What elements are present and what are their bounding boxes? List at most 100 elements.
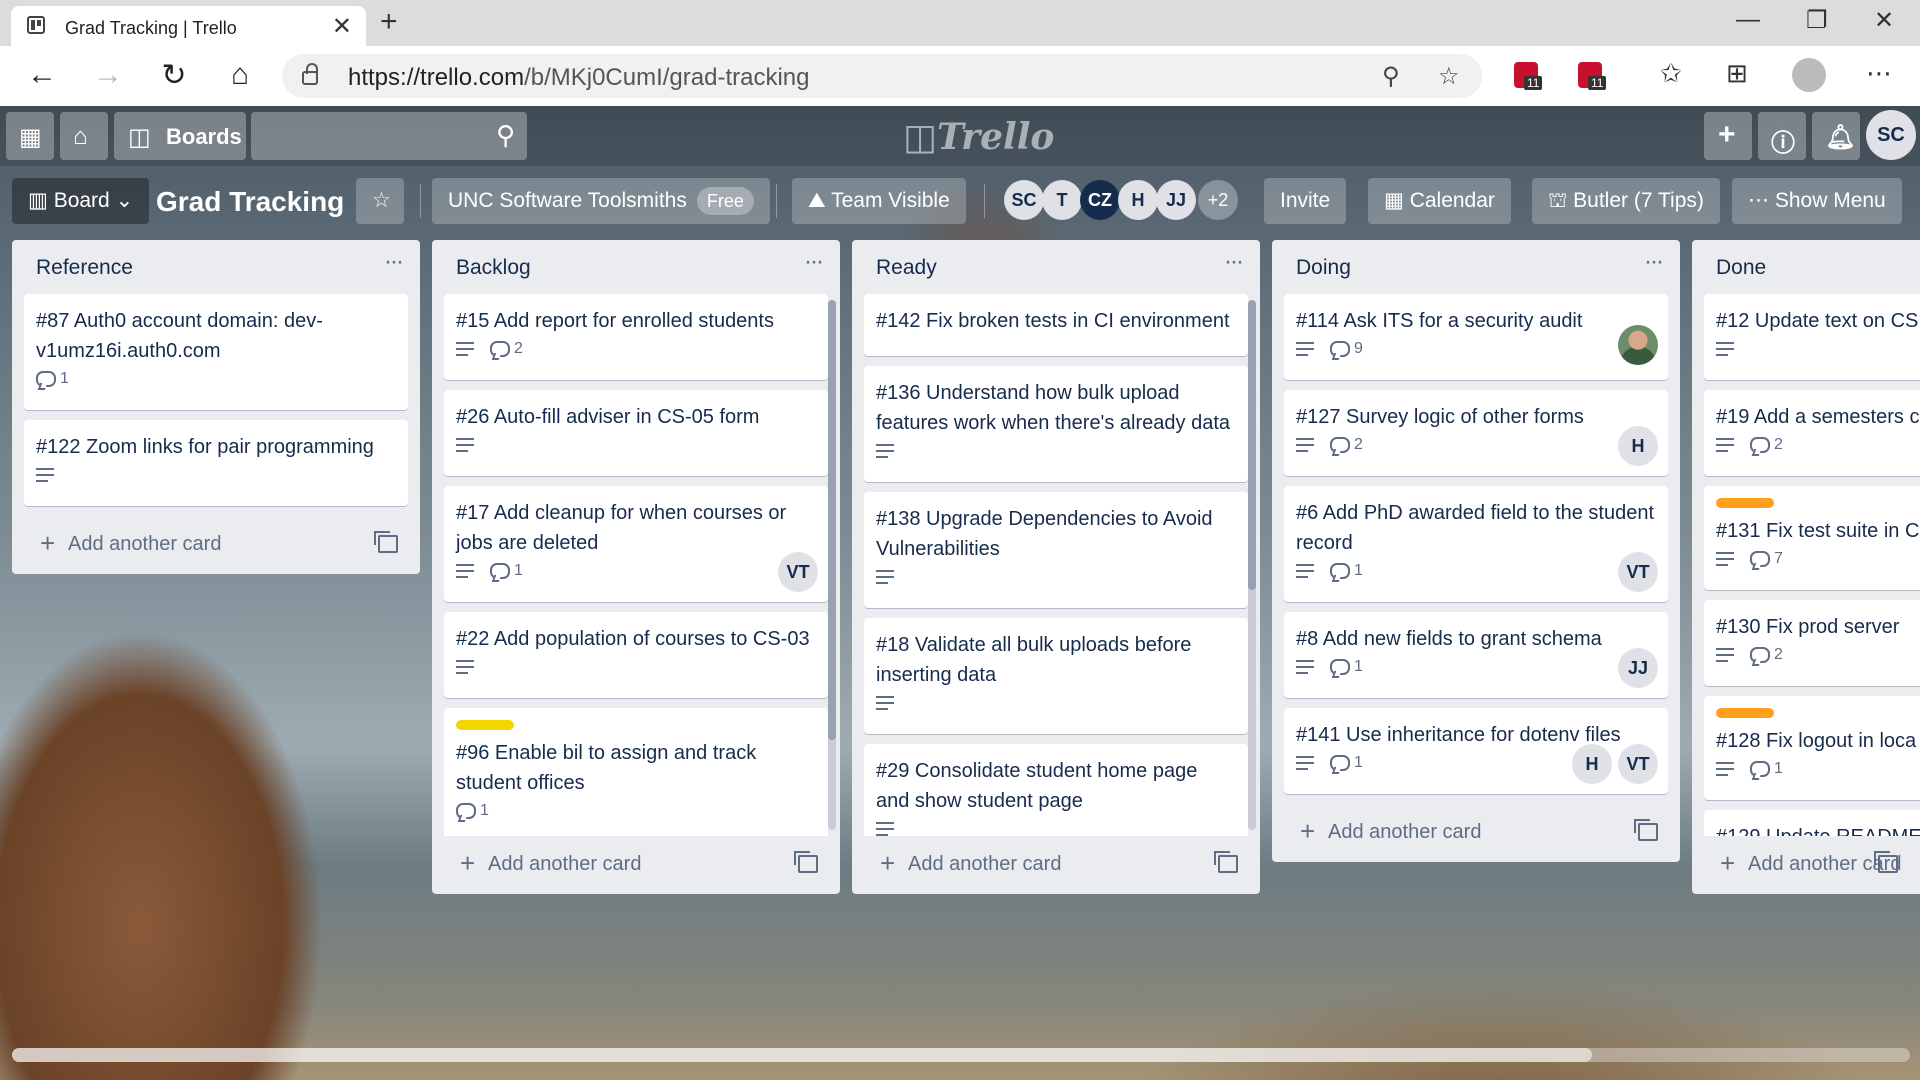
profile-avatar[interactable]	[1792, 58, 1826, 92]
more-menu-icon[interactable]: ⋯	[1866, 58, 1892, 89]
list-menu-icon[interactable]: ···	[1644, 248, 1664, 276]
member-avatar[interactable]: VT	[1618, 552, 1658, 592]
list-title[interactable]: Done	[1716, 256, 1766, 280]
home-button[interactable]: ⌂	[60, 112, 108, 160]
horizontal-scrollbar[interactable]	[12, 1048, 1910, 1062]
search-input[interactable]: ⚲	[251, 112, 527, 160]
butler-button[interactable]: ⛫ Butler (7 Tips)	[1532, 178, 1720, 224]
card[interactable]: #6 Add PhD awarded field to the student …	[1284, 486, 1668, 602]
close-tab-icon[interactable]: ✕	[332, 12, 352, 41]
list-menu-icon[interactable]: ···	[384, 248, 404, 276]
minimize-icon[interactable]: —	[1736, 6, 1760, 34]
member-avatar[interactable]: VT	[1618, 744, 1658, 784]
card[interactable]: #142 Fix broken tests in CI environment	[864, 294, 1248, 356]
card[interactable]: #130 Fix prod server 2	[1704, 600, 1920, 686]
card-template-icon[interactable]	[1214, 851, 1238, 873]
trello-logo[interactable]: ◫Trello	[903, 116, 1054, 158]
member-avatar[interactable]: H	[1118, 180, 1158, 220]
refresh-icon[interactable]: ↻	[154, 58, 194, 93]
collections-icon[interactable]: ⊞	[1726, 58, 1748, 89]
add-card-button[interactable]: + Add another card	[12, 516, 420, 574]
card[interactable]: #12 Update text on CS	[1704, 294, 1920, 380]
list-scroll-thumb[interactable]	[1248, 300, 1256, 590]
favorites-icon[interactable]: ✩	[1660, 58, 1682, 89]
card[interactable]: #18 Validate all bulk uploads before ins…	[864, 618, 1248, 734]
card[interactable]: #87 Auth0 account domain: dev-v1umz16i.a…	[24, 294, 408, 410]
list-title[interactable]: Doing	[1296, 256, 1351, 280]
member-avatar[interactable]: VT	[778, 552, 818, 592]
card[interactable]: #26 Auto-fill adviser in CS-05 form	[444, 390, 828, 476]
more-members-badge[interactable]: +2	[1198, 180, 1238, 220]
back-icon[interactable]: ←	[22, 58, 62, 92]
extension-icon-2[interactable]: 11	[1578, 62, 1607, 90]
close-window-icon[interactable]: ✕	[1874, 6, 1894, 35]
extension-icon[interactable]: 11	[1514, 62, 1543, 90]
star-board-button[interactable]: ☆	[356, 178, 404, 224]
card[interactable]: #129 Update README	[1704, 810, 1920, 836]
browser-tab[interactable]: Grad Tracking | Trello ✕	[11, 6, 366, 46]
member-avatar[interactable]: SC	[1004, 180, 1044, 220]
card[interactable]: #122 Zoom links for pair programming	[24, 420, 408, 506]
card[interactable]: #127 Survey logic of other forms 2 H	[1284, 390, 1668, 476]
add-card-button[interactable]: + Add another card	[852, 836, 1260, 894]
member-avatar[interactable]: CZ	[1080, 180, 1120, 220]
member-photo-avatar[interactable]	[1618, 325, 1658, 365]
notifications-button[interactable]: 🔔︎	[1812, 112, 1860, 160]
card[interactable]: #29 Consolidate student home page and sh…	[864, 744, 1248, 836]
card[interactable]: #15 Add report for enrolled students 2	[444, 294, 828, 380]
card[interactable]: #96 Enable bil to assign and track stude…	[444, 708, 828, 836]
card-template-icon[interactable]	[794, 851, 818, 873]
invite-button[interactable]: Invite	[1264, 178, 1347, 224]
member-avatar[interactable]: H	[1618, 426, 1658, 466]
card-label[interactable]	[1716, 498, 1774, 508]
list-scrollbar[interactable]	[828, 300, 836, 830]
card[interactable]: #138 Upgrade Dependencies to Avoid Vulne…	[864, 492, 1248, 608]
card-label[interactable]	[1716, 708, 1774, 718]
list-title[interactable]: Ready	[876, 256, 937, 280]
card[interactable]: #19 Add a semesters c the student model 2	[1704, 390, 1920, 476]
card[interactable]: #128 Fix logout in loca environment 1	[1704, 696, 1920, 800]
team-button[interactable]: UNC Software Toolsmiths Free	[432, 178, 770, 224]
home-icon[interactable]: ⌂	[220, 58, 260, 92]
member-avatar[interactable]: JJ	[1618, 648, 1658, 688]
card[interactable]: #131 Fix test suite in C 7	[1704, 486, 1920, 590]
member-avatar[interactable]: T	[1042, 180, 1082, 220]
add-card-button[interactable]: + Add another card	[1272, 804, 1680, 862]
add-card-button[interactable]: + Add another card	[1692, 836, 1920, 894]
user-avatar[interactable]: SC	[1866, 110, 1916, 160]
forward-icon[interactable]: →	[88, 58, 128, 92]
list-scroll-thumb[interactable]	[828, 300, 836, 740]
list-scrollbar[interactable]	[1248, 300, 1256, 830]
list-menu-icon[interactable]: ···	[804, 248, 824, 276]
list-title[interactable]: Backlog	[456, 256, 531, 280]
member-avatar[interactable]: JJ	[1156, 180, 1196, 220]
card[interactable]: #114 Ask ITS for a security audit 9	[1284, 294, 1668, 380]
card-template-icon[interactable]	[1874, 851, 1898, 873]
search-key-icon[interactable]: ⚲	[1382, 62, 1400, 91]
calendar-button[interactable]: ▦ Calendar	[1368, 178, 1511, 224]
horizontal-scroll-thumb[interactable]	[12, 1048, 1592, 1062]
card[interactable]: #136 Understand how bulk upload features…	[864, 366, 1248, 482]
card[interactable]: #141 Use inheritance for dotenv files 1 H V…	[1284, 708, 1668, 794]
favorite-star-icon[interactable]: ☆	[1438, 62, 1460, 91]
boards-button[interactable]: ◫ Boards	[114, 112, 246, 160]
list-title[interactable]: Reference	[36, 256, 133, 280]
board-view-switcher[interactable]: ▥ Board ⌄	[12, 178, 150, 224]
info-button[interactable]: ⓘ	[1758, 112, 1806, 160]
show-menu-button[interactable]: ⋯ Show Menu	[1732, 178, 1902, 224]
card[interactable]: #8 Add new fields to grant schema 1 JJ	[1284, 612, 1668, 698]
card-template-icon[interactable]	[374, 531, 398, 553]
visibility-button[interactable]: ⛰ Team Visible	[792, 178, 966, 224]
member-avatar[interactable]: H	[1572, 744, 1612, 784]
card-label[interactable]	[456, 720, 514, 730]
card[interactable]: #22 Add population of courses to CS-03	[444, 612, 828, 698]
create-button[interactable]: +	[1704, 112, 1752, 160]
apps-button[interactable]: ▦	[6, 112, 54, 160]
card[interactable]: #17 Add cleanup for when courses or jobs…	[444, 486, 828, 602]
list-menu-icon[interactable]: ···	[1224, 248, 1244, 276]
url-input[interactable]: https://trello.com/b/MKj0CumI/grad-track…	[282, 54, 1482, 98]
restore-icon[interactable]: ❐	[1806, 6, 1828, 35]
add-card-button[interactable]: + Add another card	[432, 836, 840, 894]
card-template-icon[interactable]	[1634, 819, 1658, 841]
board-title[interactable]: Grad Tracking	[156, 186, 344, 218]
